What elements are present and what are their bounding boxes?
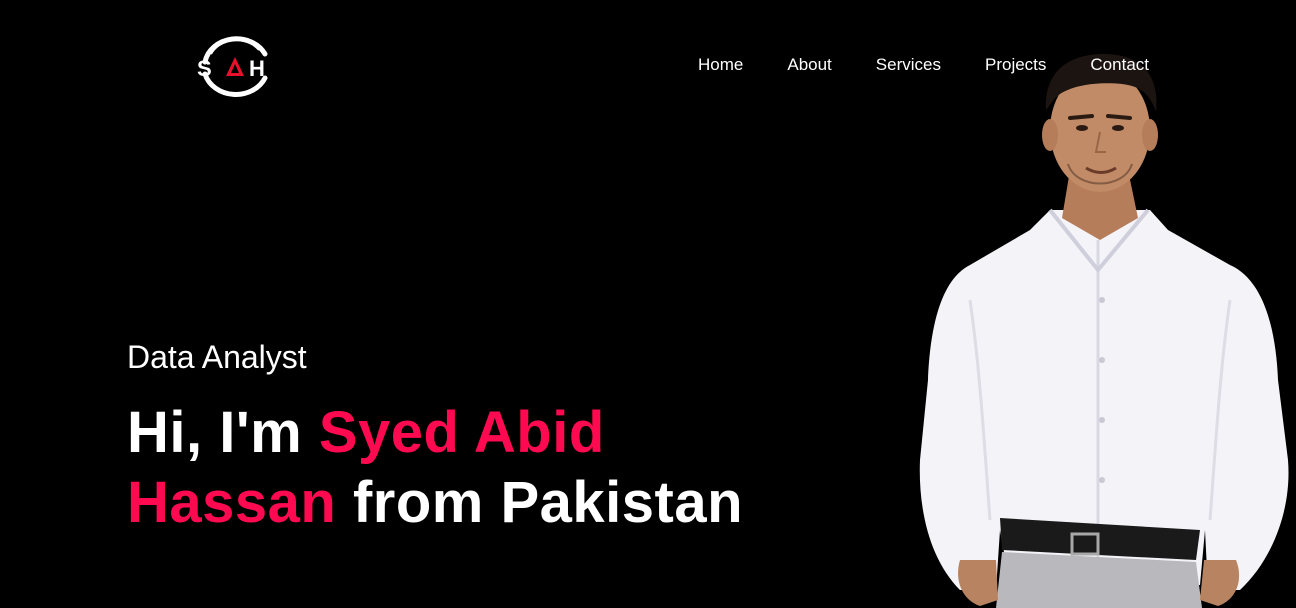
nav-about[interactable]: About — [787, 54, 831, 76]
hero-suffix: from Pakistan — [336, 470, 744, 535]
hero-subtitle: Data Analyst — [127, 339, 307, 375]
logo-letter-s: S — [197, 56, 212, 81]
main-nav: Home About Services Projects Contact — [698, 54, 1149, 76]
logo-letter-h: H — [249, 56, 265, 81]
hero-headline: Hi, I'm Syed Abid Hassan from Pakistan — [127, 398, 827, 538]
site-logo[interactable]: S H — [193, 32, 277, 100]
nav-home[interactable]: Home — [698, 54, 743, 76]
portrait-photo — [900, 40, 1296, 608]
nav-projects[interactable]: Projects — [985, 54, 1046, 76]
nav-services[interactable]: Services — [876, 54, 941, 76]
page: S H Home About Services Projects Contact — [0, 0, 1296, 608]
hero-greeting: Hi, I'm — [127, 400, 319, 465]
nav-contact[interactable]: Contact — [1090, 54, 1149, 76]
